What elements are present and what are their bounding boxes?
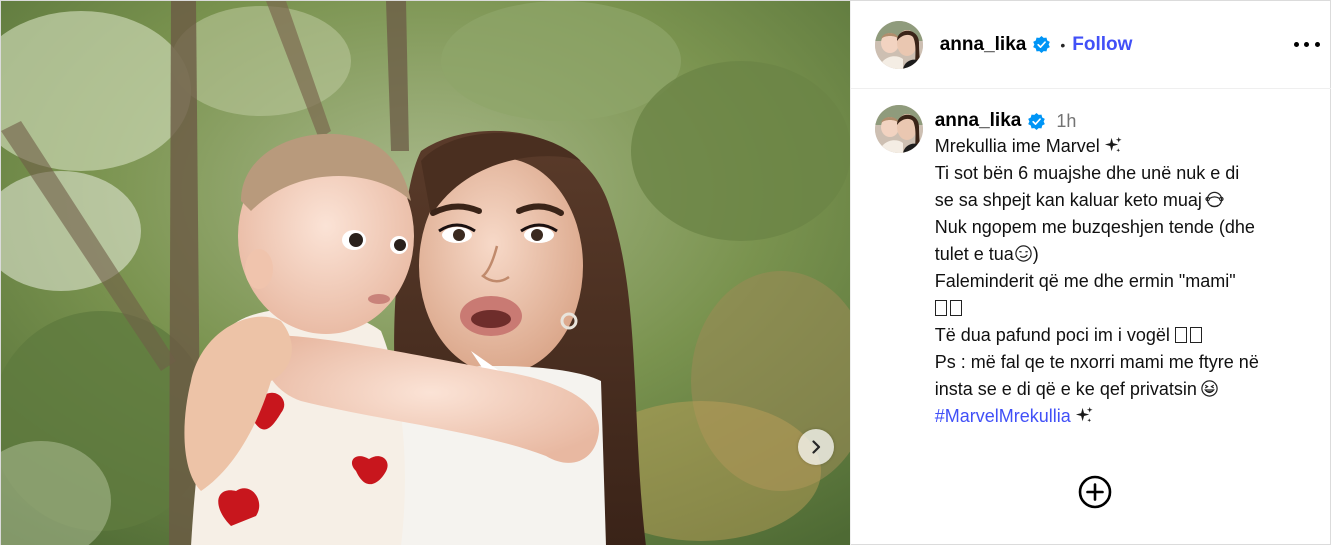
more-options-icon-dot xyxy=(1304,41,1310,47)
caption-username[interactable]: anna_lika xyxy=(935,110,1022,132)
chevron-right-icon xyxy=(812,440,821,454)
caption-line-text: ) xyxy=(1032,244,1039,264)
caption-line-text: Mrekullia ime Marvel xyxy=(934,136,1100,156)
load-more-comments-button[interactable] xyxy=(1078,475,1112,509)
header-username[interactable]: anna_lika xyxy=(940,34,1027,56)
caption-line: Mrekullia ime Marvel xyxy=(935,133,1315,160)
caption-line-text: se sa shpejt kan kaluar keto muaj xyxy=(934,190,1202,210)
caption-line: Ps : më fal qe te nxorri mami me ftyre n… xyxy=(935,349,1315,376)
avatar-photo xyxy=(874,105,923,153)
caption-line-text: Ps : më fal qe te nxorri mami me ftyre n… xyxy=(934,352,1259,372)
smirking-face-icon xyxy=(1015,245,1032,262)
caption-line xyxy=(934,295,1315,322)
post-photo xyxy=(1,1,850,545)
grinning-squinting-face-icon xyxy=(1201,380,1218,397)
post-header: anna_lika • Follow xyxy=(850,1,1331,89)
hashtag-link[interactable]: #MarvelMrekullia xyxy=(935,406,1071,426)
caption-line: Nuk ngopem me buzqeshjen tende (dhe xyxy=(935,214,1315,241)
caption-line-text: insta se e di që e ke qef privatsin xyxy=(934,379,1197,399)
missing-emoji-glyph xyxy=(1174,327,1187,343)
post-sidebar: anna_lika • Follow anna_lika 1h Mrekulli… xyxy=(849,1,1331,545)
caption-line: #MarvelMrekullia xyxy=(935,403,1315,430)
missing-emoji-glyph xyxy=(949,300,962,316)
see-no-evil-monkey-icon xyxy=(1205,191,1224,208)
add-circle-icon xyxy=(1078,475,1112,509)
sparkles-icon xyxy=(1104,136,1122,153)
caption-line-text: Nuk ngopem me buzqeshjen tende (dhe xyxy=(934,217,1255,237)
caption-line: insta se e di që e ke qef privatsin xyxy=(935,376,1315,403)
caption-line: tulet e tua) xyxy=(935,241,1315,268)
caption-text: Mrekullia ime Marvel Ti sot bën 6 muajsh… xyxy=(934,133,1315,430)
caption-header: anna_lika 1h xyxy=(935,109,1315,133)
caption-body: anna_lika 1h Mrekullia ime Marvel Ti sot… xyxy=(934,105,1315,430)
post-caption: anna_lika 1h Mrekullia ime Marvel Ti sot… xyxy=(874,105,1315,430)
caption-line-text: Faleminderit që me dhe ermin "mami" xyxy=(934,271,1236,291)
verified-badge-icon xyxy=(1033,35,1051,54)
post-media[interactable] xyxy=(1,1,850,545)
post-timestamp[interactable]: 1h xyxy=(1056,111,1076,132)
caption-line: se sa shpejt kan kaluar keto muaj xyxy=(935,187,1315,214)
follow-button[interactable]: Follow xyxy=(1072,34,1132,56)
instagram-post: anna_lika • Follow anna_lika 1h Mrekulli… xyxy=(0,0,1331,545)
separator-dot: • xyxy=(1060,36,1066,53)
caption-line: Ti sot bën 6 muajshe dhe unë nuk e di xyxy=(935,160,1315,187)
caption-line-text: tulet e tua xyxy=(934,244,1014,264)
caption-avatar[interactable] xyxy=(874,105,923,153)
caption-line: Faleminderit që me dhe ermin "mami" xyxy=(935,268,1315,295)
missing-emoji-glyph xyxy=(1189,327,1202,343)
caption-line-text: Ti sot bën 6 muajshe dhe unë nuk e di xyxy=(934,163,1240,183)
verified-badge-icon xyxy=(1028,112,1046,130)
more-options-icon xyxy=(1293,41,1299,47)
avatar-photo xyxy=(874,20,923,69)
avatar[interactable] xyxy=(874,20,923,69)
next-media-button[interactable] xyxy=(798,429,834,465)
missing-emoji-glyph xyxy=(934,300,947,316)
caption-line: Të dua pafund poci im i vogël xyxy=(935,322,1315,349)
sparkles-icon xyxy=(1075,406,1093,423)
more-options-icon-dot xyxy=(1314,41,1320,47)
caption-line-text: Të dua pafund poci im i vogël xyxy=(934,325,1170,345)
more-options-button[interactable] xyxy=(1293,32,1320,56)
